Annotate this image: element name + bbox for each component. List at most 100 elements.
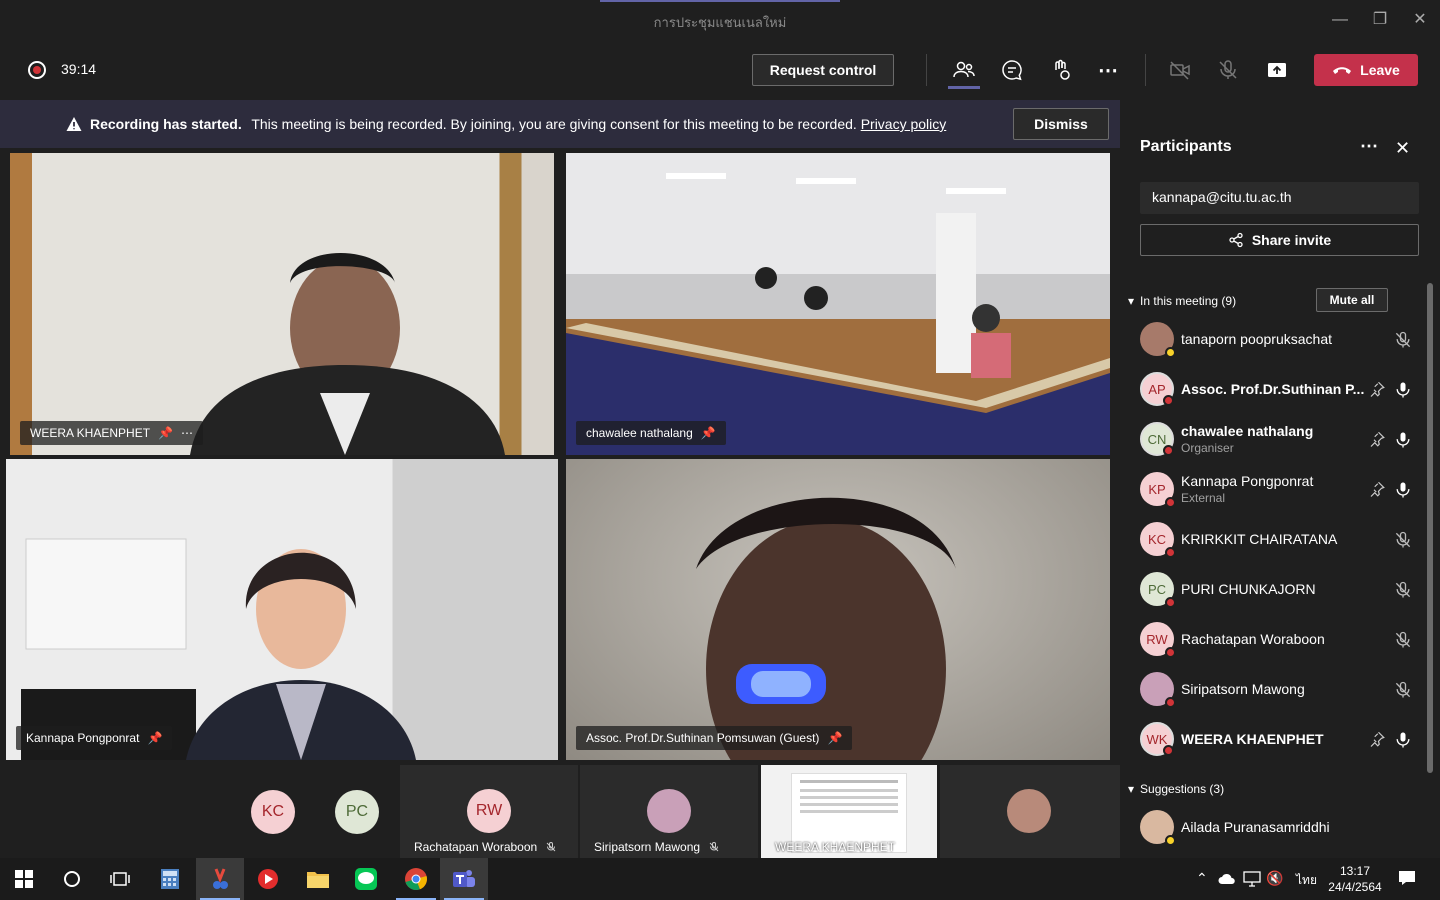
chevron-down-icon: ▾: [1128, 294, 1135, 308]
busy-status-icon: [1165, 497, 1176, 508]
pin-icon[interactable]: 📌: [827, 731, 842, 745]
mute-all-button[interactable]: Mute all: [1316, 288, 1388, 312]
onedrive-icon[interactable]: [1218, 872, 1236, 890]
separator: [1145, 54, 1146, 86]
leave-label: Leave: [1360, 62, 1400, 78]
suggestions-section[interactable]: ▾ Suggestions (3): [1128, 782, 1224, 796]
pin-icon[interactable]: 📌: [701, 426, 716, 440]
pin-icon[interactable]: 📌: [158, 426, 173, 440]
participant-name: chawalee nathalang: [1181, 423, 1314, 439]
pin-icon[interactable]: [1368, 730, 1388, 750]
participant-row[interactable]: Siripatsorn Mawong: [1140, 668, 1413, 712]
volume-muted-icon[interactable]: 🔇: [1266, 870, 1283, 887]
video-tile-weera[interactable]: WEERA KHAENPHET 📌 ⋯: [10, 153, 554, 455]
strip-name: Siripatsorn Mawong: [594, 840, 701, 854]
network-icon[interactable]: [1243, 871, 1261, 892]
pin-icon[interactable]: 📌: [147, 731, 162, 745]
in-meeting-section[interactable]: ▾ In this meeting (9): [1128, 294, 1236, 308]
avatar-kc[interactable]: KC: [251, 790, 295, 834]
mic-on-icon: [1393, 380, 1413, 400]
avatar-initials: KP: [1140, 472, 1176, 508]
participant-row[interactable]: RW Rachatapan Woraboon: [1140, 618, 1411, 662]
strip-tile-siripatsorn[interactable]: Siripatsorn Mawong: [580, 765, 758, 858]
video-person: [21, 538, 416, 760]
media-player-icon[interactable]: [244, 858, 292, 900]
more-icon[interactable]: ⋯: [181, 426, 193, 440]
camera-off-icon[interactable]: [1166, 56, 1194, 84]
dismiss-button[interactable]: Dismiss: [1013, 108, 1109, 140]
participant-row[interactable]: PC PURI CHUNKAJORN: [1140, 568, 1413, 612]
search-icon[interactable]: [48, 858, 96, 900]
strip-tile-screenshare[interactable]: WEERA KHAENPHET: [761, 765, 937, 858]
avatar-rw: RW: [467, 789, 511, 833]
strip-tile-tanaporn[interactable]: [940, 765, 1120, 858]
busy-status-icon: [1163, 745, 1174, 756]
notifications-icon[interactable]: [1398, 870, 1416, 891]
more-actions-icon[interactable]: ⋯: [1094, 56, 1122, 84]
video-tile-kannapa[interactable]: Kannapa Pongponrat 📌: [6, 459, 558, 760]
line-app-icon[interactable]: [342, 858, 390, 900]
recording-icon: [28, 61, 46, 79]
pin-icon[interactable]: [1368, 380, 1388, 400]
participant-row[interactable]: CN chawalee nathalang Organiser: [1140, 418, 1410, 462]
participant-row[interactable]: tanaporn poopruksachat: [1140, 318, 1411, 362]
pin-icon[interactable]: [1368, 480, 1388, 500]
share-screen-icon[interactable]: [1263, 56, 1291, 84]
leave-button[interactable]: Leave: [1314, 54, 1418, 86]
share-invite-button[interactable]: Share invite: [1140, 224, 1419, 256]
file-explorer-icon[interactable]: [294, 858, 342, 900]
chat-icon[interactable]: [998, 56, 1026, 84]
avatar-text: AP: [1148, 381, 1166, 397]
mic-off-icon: [709, 842, 719, 852]
video-tile-chawalee[interactable]: chawalee nathalang 📌: [566, 153, 1110, 455]
strip-tile-rachatapan[interactable]: RW Rachatapan Woraboon: [400, 765, 578, 858]
participant-row[interactable]: AP Assoc. Prof.Dr.Suthinan P...: [1140, 368, 1410, 412]
reactions-icon[interactable]: [1046, 56, 1074, 84]
busy-status-icon: [1165, 547, 1176, 558]
strip-label: Siripatsorn Mawong: [594, 840, 720, 854]
participant-row[interactable]: KC KRIRKKIT CHAIRATANA: [1140, 518, 1411, 562]
system-clock[interactable]: 13:17 24/4/2564: [1320, 863, 1390, 895]
video-tile-suthinan[interactable]: Assoc. Prof.Dr.Suthinan Pomsuwan (Guest)…: [566, 459, 1110, 760]
close-window-icon[interactable]: ✕: [1408, 8, 1432, 32]
invite-email-field[interactable]: kannapa@citu.tu.ac.th: [1140, 182, 1419, 214]
mic-off-icon: [1393, 680, 1413, 700]
participant-name: Siripatsorn Mawong: [1181, 681, 1305, 697]
mic-off-icon[interactable]: [1214, 56, 1242, 84]
pin-icon[interactable]: [1368, 430, 1388, 450]
task-view-icon[interactable]: [96, 858, 144, 900]
chrome-icon[interactable]: [392, 858, 440, 900]
section-label: Suggestions (3): [1140, 782, 1225, 796]
busy-status-icon: [1165, 647, 1176, 658]
busy-status-icon: [1165, 697, 1176, 708]
minimize-icon[interactable]: —: [1328, 8, 1352, 32]
snip-tool-icon[interactable]: [196, 858, 244, 900]
teams-icon[interactable]: [440, 858, 488, 900]
close-panel-icon[interactable]: ✕: [1395, 138, 1410, 159]
mic-off-icon: [546, 842, 556, 852]
language-indicator[interactable]: ไทย: [1296, 871, 1317, 890]
more-options-icon[interactable]: ⋯: [1360, 136, 1378, 157]
suggested-row[interactable]: Ailada Puranasamriddhi: [1140, 806, 1410, 850]
avatar-text: RW: [1146, 631, 1168, 647]
participants-icon[interactable]: [950, 56, 978, 84]
meeting-timer: 39:14: [61, 61, 97, 77]
strip-name: WEERA KHAENPHET: [775, 840, 896, 854]
request-control-button[interactable]: Request control: [752, 54, 894, 86]
avatar-pc[interactable]: PC: [335, 790, 379, 834]
chevron-up-icon[interactable]: ⌃: [1196, 870, 1208, 887]
panel-scrollbar[interactable]: [1427, 283, 1433, 773]
calculator-icon[interactable]: [146, 858, 194, 900]
video-person: [696, 497, 956, 760]
windows-start-icon[interactable]: [0, 858, 48, 900]
privacy-policy-link[interactable]: Privacy policy: [861, 116, 947, 132]
maximize-icon[interactable]: ❐: [1368, 8, 1392, 32]
participant-row[interactable]: KP Kannapa Pongponrat External: [1140, 468, 1410, 512]
participant-name: Kannapa Pongponrat: [1181, 473, 1314, 489]
participant-row[interactable]: WK WEERA KHAENPHET: [1140, 718, 1410, 762]
mic-on-icon: [1393, 430, 1413, 450]
participant-name: Rachatapan Woraboon: [1181, 631, 1325, 647]
mic-off-icon: [1393, 580, 1413, 600]
separator: [926, 54, 927, 86]
avatar-photo: [1140, 672, 1176, 708]
